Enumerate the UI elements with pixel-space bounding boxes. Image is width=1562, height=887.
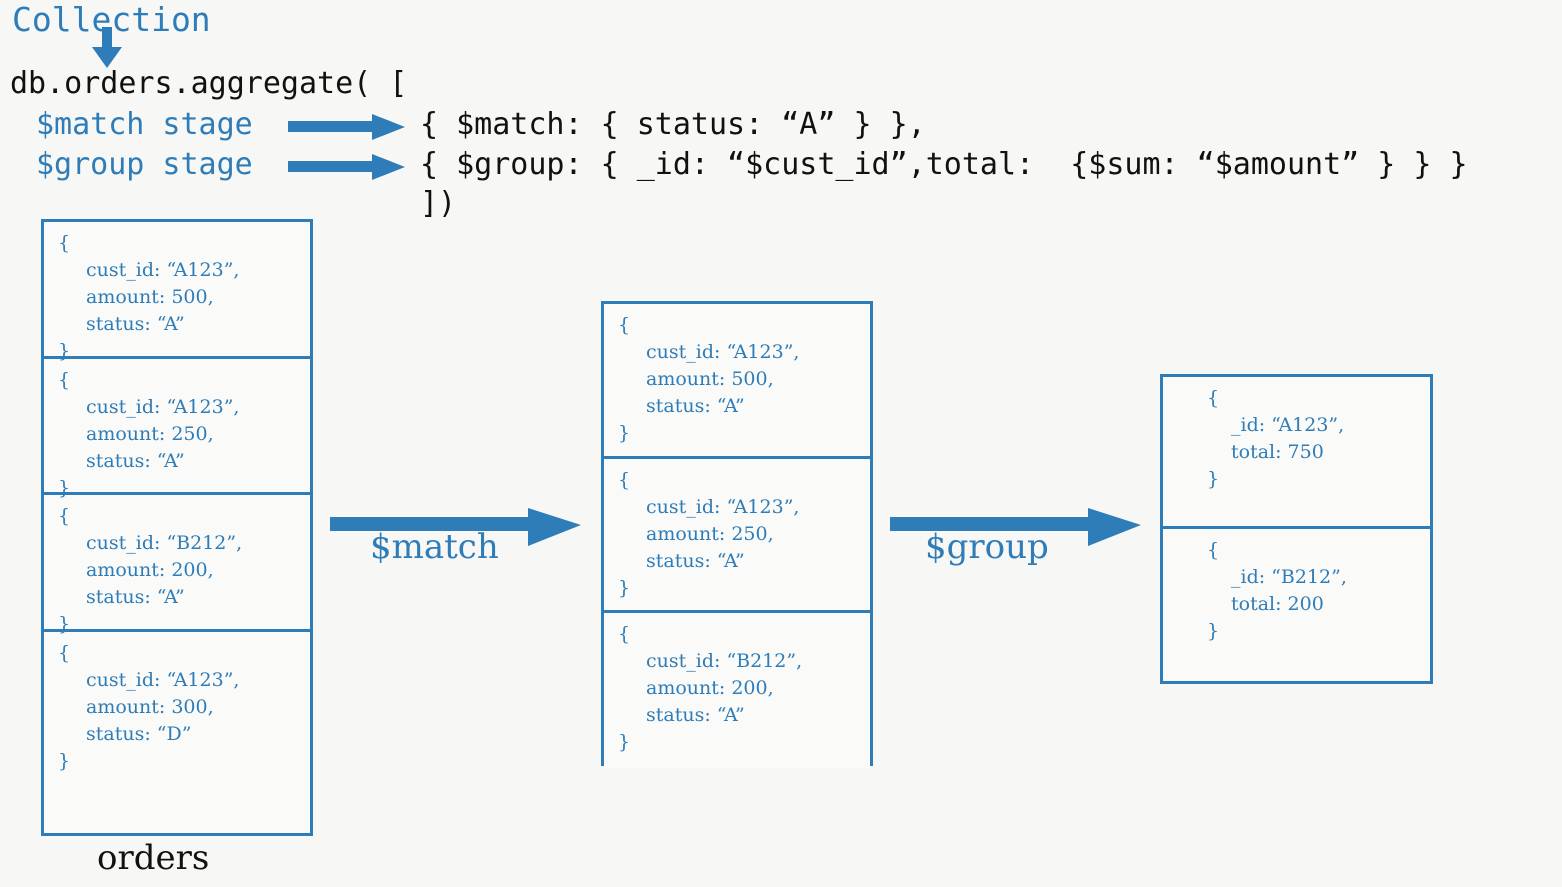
match-stage-label: $match stage: [36, 107, 253, 142]
document-brace: }: [618, 576, 631, 599]
document-field: status: “A”: [86, 449, 185, 472]
match-stage-code: { $match: { status: “A” } },: [420, 107, 926, 142]
document-field: amount: 250,: [646, 522, 774, 545]
document-field: cust_id: “A123”,: [86, 668, 240, 691]
document-card: { _id: “B212”, total: 200}: [1163, 529, 1430, 681]
group-transition-label: $group: [925, 527, 1049, 567]
document-brace: {: [1207, 539, 1220, 561]
document-field: amount: 200,: [646, 677, 774, 699]
document-card: { cust_id: “A123”, amount: 500, status: “A”…: [44, 222, 310, 362]
document-brace: {: [58, 641, 71, 664]
document-brace: {: [58, 368, 71, 391]
document-field: cust_id: “A123”,: [646, 341, 800, 363]
document-field: _id: “B212”,: [1231, 566, 1347, 588]
document-field: amount: 500,: [646, 368, 774, 390]
document-brace: {: [618, 468, 631, 491]
document-brace: }: [618, 731, 631, 753]
document-card: { cust_id: “A123”, amount: 300, status: “D”…: [44, 631, 310, 772]
document-field: status: “A”: [646, 549, 745, 572]
right-arrow-icon: [288, 114, 406, 144]
document-brace: {: [58, 505, 71, 527]
aggregate-call-line: db.orders.aggregate( [: [10, 66, 408, 101]
document-field: total: 200: [1231, 593, 1324, 615]
document-field: cust_id: “A123”,: [86, 259, 240, 281]
document-field: amount: 500,: [86, 286, 214, 308]
document-field: total: 750: [1231, 441, 1324, 463]
document-brace: }: [1207, 468, 1220, 490]
document-brace: }: [58, 749, 71, 772]
document-field: amount: 300,: [86, 695, 214, 718]
document-brace: {: [618, 623, 631, 645]
document-field: status: “A”: [86, 313, 185, 335]
document-card: { cust_id: “B212”, amount: 200, status: “A”…: [44, 495, 310, 635]
document-field: _id: “A123”,: [1231, 414, 1345, 436]
document-brace: {: [1207, 387, 1220, 409]
document-brace: }: [1207, 620, 1220, 642]
document-brace: }: [618, 422, 631, 444]
document-field: cust_id: “B212”,: [646, 650, 803, 672]
document-field: status: “D”: [86, 722, 192, 745]
document-field: cust_id: “A123”,: [86, 395, 240, 418]
document-field: cust_id: “A123”,: [646, 495, 800, 518]
document-card: { _id: “A123”, total: 750}: [1163, 377, 1430, 529]
aggregate-close-line: ]): [420, 186, 457, 221]
document-field: amount: 250,: [86, 422, 214, 445]
right-arrow-icon: [288, 154, 406, 184]
group-stage-label: $group stage: [36, 147, 253, 182]
match-transition-label: $match: [370, 527, 499, 567]
document-card: { cust_id: “A123”, amount: 250, status: “A”…: [604, 458, 870, 613]
document-field: amount: 200,: [86, 559, 214, 581]
document-field: status: “A”: [646, 395, 745, 417]
aggregation-pipeline-diagram: Collection db.orders.aggregate( [ $match…: [0, 0, 1562, 887]
document-card: { cust_id: “B212”, amount: 200, status: “A”…: [604, 613, 870, 768]
document-field: cust_id: “B212”,: [86, 532, 243, 554]
document-brace: {: [618, 314, 631, 336]
group-stage-code: { $group: { _id: “$cust_id”,total: {$sum…: [420, 147, 1468, 182]
orders-collection-stack: { cust_id: “A123”, amount: 500, status: “A”…: [41, 219, 313, 836]
document-field: status: “A”: [86, 586, 185, 608]
document-card: { cust_id: “A123”, amount: 250, status: “A”…: [44, 358, 310, 499]
orders-collection-caption: orders: [97, 838, 210, 878]
document-brace: {: [58, 232, 71, 254]
document-card: { cust_id: “A123”, amount: 500, status: “A”…: [604, 304, 870, 459]
grouped-results-stack: { _id: “A123”, total: 750} { _id: “B212”, tot…: [1160, 374, 1433, 684]
matched-documents-stack: { cust_id: “A123”, amount: 500, status: “A”…: [601, 301, 873, 768]
document-field: status: “A”: [646, 704, 745, 726]
